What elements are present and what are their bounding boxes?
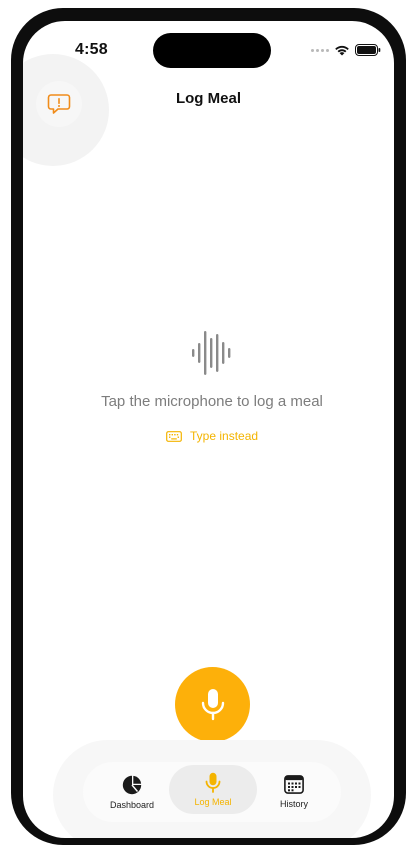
tab-label: History [279, 799, 308, 809]
status-time: 4:58 [75, 41, 108, 58]
keyboard-icon [166, 430, 182, 442]
type-instead-button[interactable]: Type instead [166, 429, 258, 443]
microphone-icon [205, 772, 221, 793]
app-stage: 4:58 Log Meal Tap the microphone to log … [0, 0, 406, 845]
tab-dashboard[interactable]: Dashboard [97, 762, 167, 822]
page-title: Log Meal [175, 90, 241, 107]
calendar-icon [284, 775, 304, 794]
pie-chart-icon [122, 775, 142, 794]
app-screen: 4:58 Log Meal Tap the microphone to log … [23, 21, 394, 838]
tab-label: Log Meal [194, 797, 232, 807]
tab-log-meal[interactable]: Log Meal [169, 765, 257, 814]
microphone-icon [201, 688, 224, 720]
waveform-icon [192, 331, 231, 375]
microphone-button[interactable] [175, 667, 250, 742]
log-meal-prompt: Tap the microphone to log a meal [101, 393, 323, 410]
tab-label: Dashboard [109, 799, 155, 810]
type-instead-label: Type instead [190, 429, 259, 443]
cellular-signal-icon [311, 48, 329, 52]
tab-history[interactable]: History [259, 762, 329, 822]
dynamic-island [153, 33, 271, 68]
status-indicators [311, 44, 381, 56]
wifi-icon [335, 45, 349, 56]
battery-icon [355, 44, 381, 56]
